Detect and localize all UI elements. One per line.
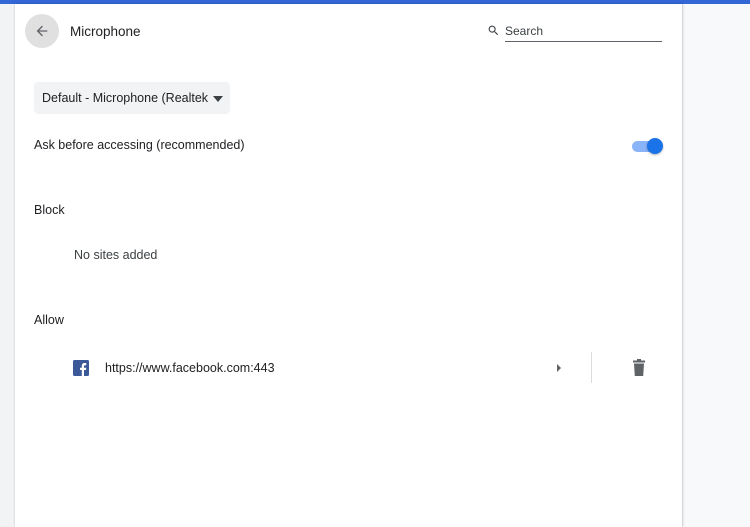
- site-url: https://www.facebook.com:443: [105, 361, 275, 375]
- page-title: Microphone: [70, 24, 141, 39]
- ask-before-accessing-toggle[interactable]: [631, 136, 665, 156]
- caret-down-icon: [213, 96, 223, 102]
- device-select-value: Default - Microphone (Realtek: [42, 91, 209, 105]
- ask-before-accessing-label: Ask before accessing (recommended): [34, 138, 245, 152]
- search-input[interactable]: [505, 21, 662, 42]
- arrow-right-icon[interactable]: [551, 360, 567, 376]
- block-section-heading: Block: [34, 203, 65, 217]
- block-empty-text: No sites added: [74, 248, 158, 262]
- back-button[interactable]: [25, 14, 59, 48]
- toggle-knob: [647, 138, 663, 154]
- microphone-device-select[interactable]: Default - Microphone (Realtek: [34, 82, 230, 114]
- left-gutter: [0, 4, 15, 527]
- right-gutter: [683, 4, 750, 527]
- settings-card: Microphone Default - Microphone (Realtek…: [15, 4, 682, 527]
- row-separator: [591, 352, 592, 383]
- allow-site-row[interactable]: https://www.facebook.com:443: [70, 348, 660, 388]
- allow-section-heading: Allow: [34, 313, 64, 327]
- arrow-back-icon: [36, 25, 48, 37]
- trash-icon[interactable]: [631, 359, 647, 377]
- facebook-icon: [73, 360, 89, 376]
- search-icon: [488, 25, 499, 36]
